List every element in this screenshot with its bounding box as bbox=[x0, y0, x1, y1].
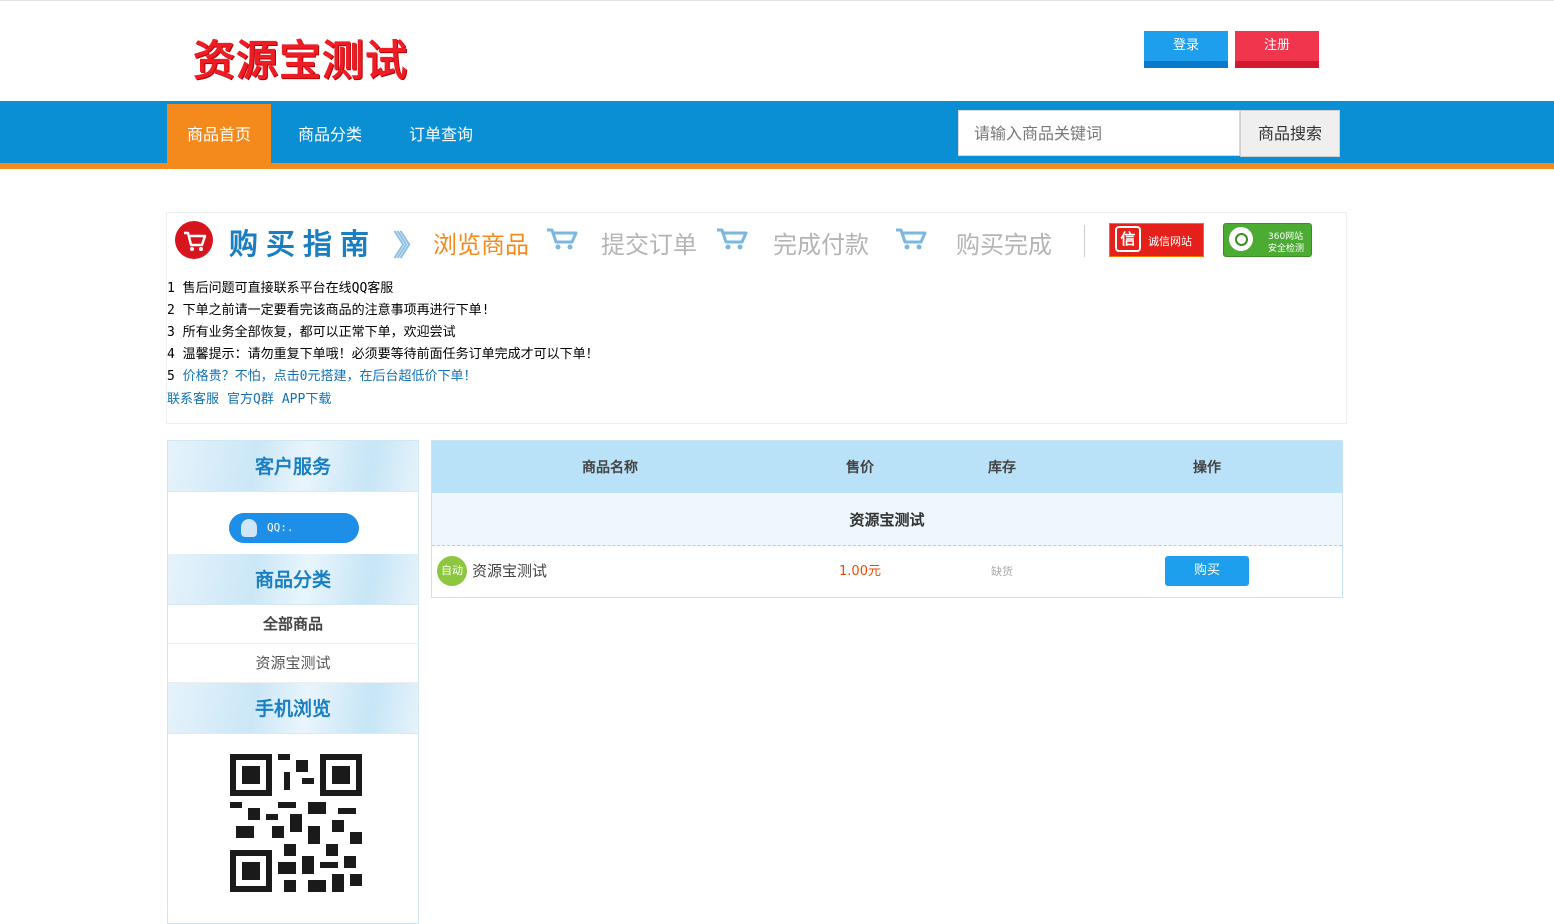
notice-item: 5 价格贵？不怕，点击0元搭建，在后台超低价下单！ bbox=[167, 366, 599, 388]
notice-item: 4 温馨提示：请勿重复下单哦！必须要等待前面任务订单完成才可以下单！ bbox=[167, 347, 599, 362]
step-complete-payment: 完成付款 bbox=[773, 231, 869, 259]
badge-360-line2: 安全检测 bbox=[1268, 244, 1305, 254]
contact-support-link[interactable]: 联系客服 bbox=[167, 392, 219, 407]
qr-code-image bbox=[230, 754, 362, 892]
product-group-header: 资源宝测试 bbox=[432, 493, 1342, 546]
guide-title: 购买指南 bbox=[229, 227, 378, 261]
notice-number: 5 bbox=[167, 369, 175, 384]
divider bbox=[1084, 225, 1085, 257]
login-button[interactable]: 登录 bbox=[1144, 31, 1228, 68]
column-header-stock: 库存 bbox=[988, 460, 1016, 476]
product-price: 1.00元 bbox=[839, 564, 881, 579]
column-header-name: 商品名称 bbox=[582, 460, 638, 476]
column-header-action: 操作 bbox=[1193, 460, 1221, 476]
notice-item: 3 所有业务全部恢复，都可以正常下单，欢迎尝试 bbox=[167, 325, 456, 340]
nav-item-home[interactable]: 商品首页 bbox=[167, 104, 271, 164]
product-stock: 缺货 bbox=[991, 565, 1013, 578]
chengxin-label: 诚信网站 bbox=[1148, 235, 1192, 248]
trust-badge-360[interactable]: 360网站 安全检测 bbox=[1223, 223, 1312, 257]
product-name[interactable]: 资源宝测试 bbox=[472, 546, 547, 596]
mobile-browse-heading: 手机浏览 bbox=[168, 683, 418, 734]
table-header: 商品名称 售价 库存 操作 bbox=[432, 441, 1342, 493]
notice-list: 1 售后问题可直接联系平台在线QQ客服 2 下单之前请一定要看完该商品的注意事项… bbox=[167, 278, 599, 388]
product-table: 商品名称 售价 库存 操作 资源宝测试 自动 资源宝测试 1.00元 缺货 购买 bbox=[431, 440, 1343, 598]
purchase-guide-panel: 购买指南 〉〉〉 浏览商品 提交订单 完成付款 购买完成 信 诚信网站 360网… bbox=[166, 212, 1347, 424]
auto-delivery-badge: 自动 bbox=[437, 556, 467, 586]
category-heading: 商品分类 bbox=[168, 554, 418, 605]
chengxin-icon: 信 bbox=[1115, 226, 1141, 252]
cart-icon bbox=[175, 221, 213, 259]
main-nav: 商品首页 商品分类 订单查询 商品搜索 bbox=[0, 101, 1554, 164]
chevron-right-icon: 〉〉〉 bbox=[392, 229, 428, 264]
sidebar-item-all-products[interactable]: 全部商品 bbox=[168, 605, 418, 644]
register-button[interactable]: 注册 bbox=[1235, 31, 1319, 68]
quick-links: 联系客服 官方Q群 APP下载 bbox=[167, 388, 339, 407]
customer-service-heading: 客户服务 bbox=[168, 441, 418, 492]
search-button[interactable]: 商品搜索 bbox=[1240, 110, 1340, 157]
step-purchase-complete: 购买完成 bbox=[956, 231, 1052, 259]
buy-button[interactable]: 购买 bbox=[1165, 556, 1249, 586]
step-submit-order: 提交订单 bbox=[601, 231, 697, 259]
nav-item-categories[interactable]: 商品分类 bbox=[281, 104, 379, 164]
table-row: 自动 资源宝测试 1.00元 缺货 购买 bbox=[432, 546, 1342, 597]
cart-icon bbox=[896, 228, 927, 250]
trust-badge-chengxin[interactable]: 信 诚信网站 bbox=[1109, 223, 1204, 257]
qq-label: QQ:. bbox=[267, 521, 294, 534]
nav-accent-bar bbox=[0, 163, 1554, 169]
magnifier-icon bbox=[1229, 227, 1253, 251]
official-qq-group-link[interactable]: 官方Q群 bbox=[227, 392, 274, 407]
qq-contact-button[interactable]: QQ:. bbox=[229, 513, 359, 543]
cart-icon bbox=[547, 228, 578, 250]
search-input[interactable] bbox=[958, 110, 1240, 156]
sidebar: 客户服务 QQ:. 商品分类 全部商品 资源宝测试 手机浏览 bbox=[167, 440, 419, 924]
notice-item: 1 售后问题可直接联系平台在线QQ客服 bbox=[167, 281, 394, 296]
site-header: 资源宝测试 登录 注册 bbox=[0, 0, 1554, 101]
app-download-link[interactable]: APP下载 bbox=[282, 392, 331, 407]
qq-penguin-icon bbox=[241, 519, 257, 537]
nav-item-order-query[interactable]: 订单查询 bbox=[392, 104, 490, 164]
sidebar-item-category[interactable]: 资源宝测试 bbox=[168, 644, 418, 683]
notice-item: 2 下单之前请一定要看完该商品的注意事项再进行下单! bbox=[167, 303, 490, 318]
column-header-price: 售价 bbox=[846, 460, 874, 476]
cart-icon bbox=[717, 228, 748, 250]
step-browse: 浏览商品 bbox=[433, 231, 529, 259]
site-logo[interactable]: 资源宝测试 bbox=[193, 27, 408, 88]
free-setup-link[interactable]: 价格贵？不怕，点击0元搭建，在后台超低价下单！ bbox=[183, 369, 477, 384]
